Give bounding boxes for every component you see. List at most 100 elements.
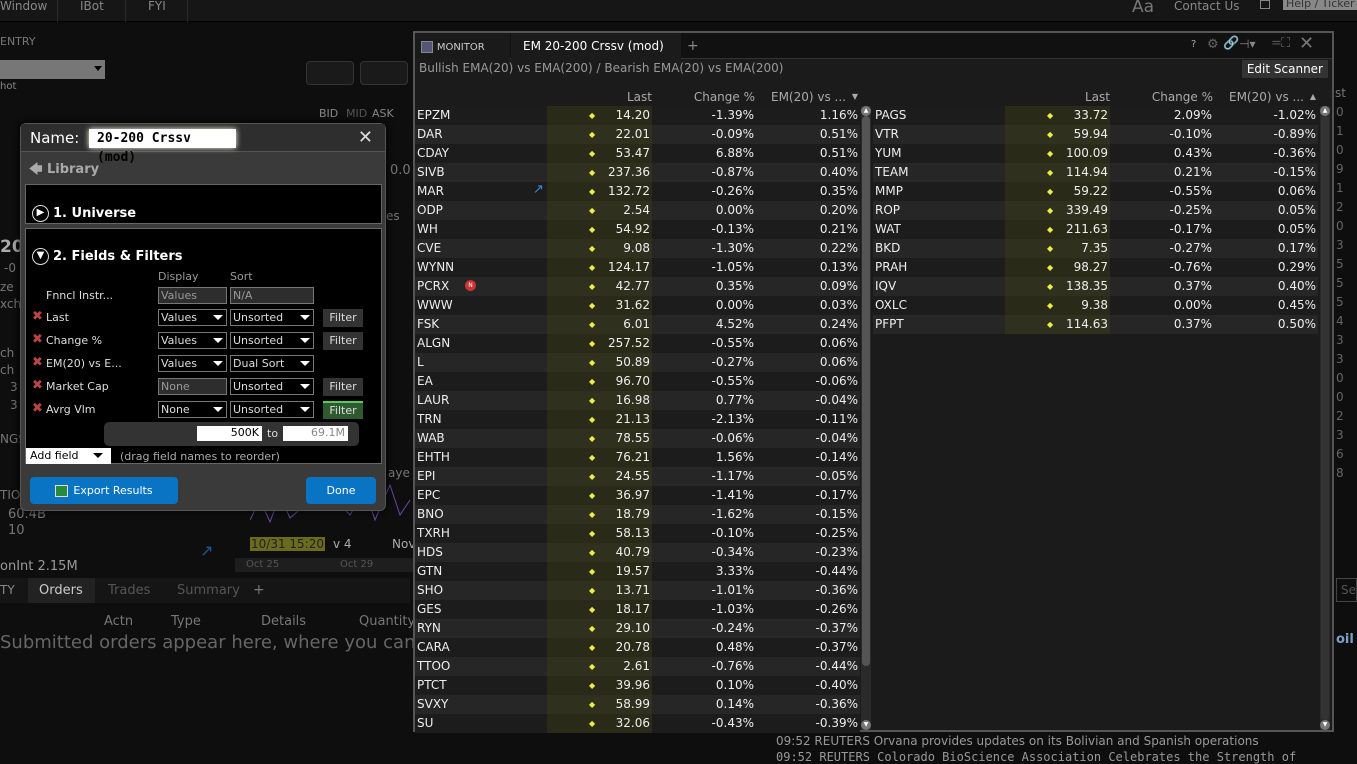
- filter-button[interactable]: Filter: [323, 309, 363, 327]
- table-row[interactable]: DAR ◆ 22.01 -0.09% 0.51%: [415, 125, 860, 144]
- sort-asc-icon[interactable]: ▲: [1310, 92, 1316, 101]
- account-dropdown[interactable]: [0, 60, 105, 79]
- table-row[interactable]: SU ◆ 32.06 -0.43% -0.39%: [415, 714, 860, 733]
- symbol[interactable]: FSK: [417, 317, 439, 331]
- close-icon[interactable]: ✕: [358, 127, 373, 148]
- symbol[interactable]: EPC: [417, 488, 440, 502]
- symbol[interactable]: TTOO: [417, 659, 450, 673]
- symbol[interactable]: ODP: [417, 203, 443, 217]
- scroll-up-icon[interactable]: ▲: [861, 106, 871, 116]
- col-last[interactable]: Last: [1085, 90, 1110, 104]
- symbol[interactable]: WYNN: [417, 260, 454, 274]
- remove-field-icon[interactable]: ✖: [32, 309, 43, 324]
- col-details[interactable]: Details: [261, 614, 306, 629]
- table-row[interactable]: PAGS ◆ 33.72 2.09% -1.02%: [873, 106, 1318, 125]
- table-row[interactable]: WAB ◆ 78.55 -0.06% -0.04%: [415, 429, 860, 448]
- sort-select[interactable]: Unsorted: [230, 378, 314, 395]
- symbol[interactable]: WWW: [417, 298, 453, 312]
- expand-arrow-icon[interactable]: ↗: [533, 182, 544, 197]
- table-row[interactable]: TXRH ◆ 58.13 -0.10% -0.25%: [415, 524, 860, 543]
- ask-box[interactable]: [360, 61, 408, 85]
- table-row[interactable]: ODP ◆ 2.54 0.00% 0.20%: [415, 201, 860, 220]
- table-row[interactable]: GES ◆ 18.17 -1.03% -0.26%: [415, 600, 860, 619]
- table-row[interactable]: EPI ◆ 24.55 -1.17% -0.05%: [415, 467, 860, 486]
- col-last[interactable]: Last: [627, 90, 652, 104]
- maximize-icon[interactable]: ⛶: [1281, 36, 1290, 51]
- table-row[interactable]: YUM ◆ 100.09 0.43% -0.36%: [873, 144, 1318, 163]
- symbol[interactable]: MMP: [875, 184, 903, 198]
- symbol[interactable]: PFPT: [875, 317, 904, 331]
- symbol[interactable]: L: [417, 355, 424, 369]
- scrollbar-left[interactable]: ▲ ▼: [861, 106, 871, 730]
- symbol[interactable]: WAT: [875, 222, 901, 236]
- scrollbar-right[interactable]: ▲ ▼: [1320, 106, 1330, 730]
- symbol[interactable]: OXLC: [875, 298, 907, 312]
- scroll-up-icon[interactable]: ▲: [1320, 106, 1330, 116]
- col-ema-cross[interactable]: EM(20) vs ...: [771, 90, 846, 104]
- col-ema-cross[interactable]: EM(20) vs ...: [1229, 90, 1304, 104]
- field-label[interactable]: Market Cap: [46, 380, 109, 393]
- remove-field-icon[interactable]: ✖: [32, 401, 43, 416]
- symbol[interactable]: SU: [417, 716, 433, 730]
- symbol[interactable]: IQV: [875, 279, 896, 293]
- export-results-button[interactable]: Export Results: [30, 477, 178, 504]
- expand-arrow-icon[interactable]: ↗: [200, 541, 213, 560]
- table-row[interactable]: WYNN ◆ 124.17 -1.05% 0.13%: [415, 258, 860, 277]
- symbol[interactable]: SHO: [417, 583, 443, 597]
- sort-select[interactable]: Unsorted: [230, 401, 314, 418]
- symbol[interactable]: EPZM: [417, 108, 450, 122]
- table-row[interactable]: TEAM ◆ 114.94 0.21% -0.15%: [873, 163, 1318, 182]
- table-row[interactable]: CVE ◆ 9.08 -1.30% 0.22%: [415, 239, 860, 258]
- table-row[interactable]: EHTH ◆ 76.21 1.56% -0.14%: [415, 448, 860, 467]
- symbol[interactable]: PRAH: [875, 260, 907, 274]
- pin-icon[interactable]: ⊣▾: [1239, 37, 1255, 51]
- display-select[interactable]: Values: [158, 332, 227, 349]
- contact-us-link[interactable]: Contact Us: [1174, 0, 1240, 13]
- symbol[interactable]: WH: [417, 222, 438, 236]
- table-row[interactable]: VTR ◆ 59.94 -0.10% -0.89%: [873, 125, 1318, 144]
- font-size-icon[interactable]: Aa: [1132, 0, 1154, 17]
- menu-window[interactable]: Window: [0, 0, 58, 22]
- filter-button[interactable]: Filter: [323, 401, 363, 419]
- table-row[interactable]: CDAY ◆ 53.47 6.88% 0.51%: [415, 144, 860, 163]
- tab-monitor[interactable]: MONITOR: [415, 33, 510, 59]
- remove-field-icon[interactable]: ✖: [32, 378, 43, 393]
- table-row[interactable]: EA ◆ 96.70 -0.55% -0.06%: [415, 372, 860, 391]
- news-item[interactable]: 09:52 REUTERS Orvana provides updates on…: [776, 734, 1259, 748]
- library-link[interactable]: 🡄 Library: [29, 160, 99, 182]
- symbol[interactable]: TEAM: [875, 165, 908, 179]
- symbol[interactable]: GTN: [417, 564, 442, 578]
- table-row[interactable]: FSK ◆ 6.01 4.52% 0.24%: [415, 315, 860, 334]
- col-quantity[interactable]: Quantity: [359, 614, 415, 629]
- help-icon[interactable]: ?: [1191, 39, 1196, 50]
- field-label[interactable]: EM(20) vs E...: [46, 357, 122, 370]
- table-row[interactable]: GTN ◆ 19.57 3.33% -0.44%: [415, 562, 860, 581]
- symbol[interactable]: YUM: [875, 146, 901, 160]
- link-icon[interactable]: 🔗: [1223, 36, 1239, 51]
- display-select[interactable]: Values: [158, 309, 227, 326]
- done-button[interactable]: Done: [306, 477, 376, 504]
- edit-scanner-button[interactable]: Edit Scanner: [1241, 60, 1328, 78]
- table-row[interactable]: SHO ◆ 13.71 -1.01% -0.36%: [415, 581, 860, 600]
- scroll-down-icon[interactable]: ▼: [861, 720, 871, 730]
- symbol[interactable]: BNO: [417, 507, 444, 521]
- sort-desc-icon[interactable]: ▼: [852, 92, 858, 101]
- symbol[interactable]: TXRH: [417, 526, 450, 540]
- remove-field-icon[interactable]: ✖: [32, 355, 43, 370]
- symbol[interactable]: DAR: [417, 127, 443, 141]
- scanner-name-input[interactable]: 20-200 Crssv (mod): [89, 129, 236, 165]
- symbol[interactable]: CVE: [417, 241, 441, 255]
- sort-select[interactable]: Unsorted: [230, 309, 314, 326]
- col-actn[interactable]: Actn: [104, 614, 133, 629]
- table-row[interactable]: WWW ◆ 31.62 0.00% 0.03%: [415, 296, 860, 315]
- scroll-thumb[interactable]: [862, 116, 870, 666]
- table-row[interactable]: SVXY ◆ 58.99 0.14% -0.36%: [415, 695, 860, 714]
- symbol[interactable]: WAB: [417, 431, 445, 445]
- table-row[interactable]: LAUR ◆ 16.98 0.77% -0.04%: [415, 391, 860, 410]
- tab-activity[interactable]: TY: [0, 583, 15, 597]
- display-select[interactable]: None: [158, 401, 227, 418]
- help-ticker-input[interactable]: Help / Ticker L: [1283, 0, 1357, 10]
- table-row[interactable]: PTCT ◆ 39.96 0.10% -0.40%: [415, 676, 860, 695]
- field-label[interactable]: Avrg Vlm: [46, 403, 96, 416]
- col-type[interactable]: Type: [171, 614, 201, 629]
